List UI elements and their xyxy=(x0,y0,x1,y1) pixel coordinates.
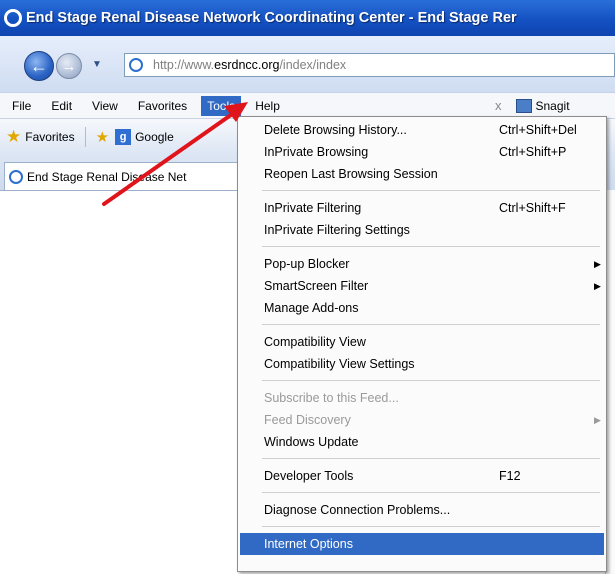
menu-item-label: Compatibility View xyxy=(264,335,366,349)
menu-favorites[interactable]: Favorites xyxy=(138,99,187,113)
menu-separator xyxy=(262,246,600,247)
favorites-button[interactable]: Favorites xyxy=(25,130,74,144)
menu-item-label: Reopen Last Browsing Session xyxy=(264,167,438,181)
menu-separator xyxy=(262,324,600,325)
menu-item-windows-update[interactable]: Windows Update xyxy=(240,431,604,453)
menu-file[interactable]: File xyxy=(12,99,31,113)
menu-item-diagnose-connection-problems[interactable]: Diagnose Connection Problems... xyxy=(240,499,604,521)
menu-separator xyxy=(262,526,600,527)
menu-separator xyxy=(262,380,600,381)
tools-menu-dropdown: Delete Browsing History... Ctrl+Shift+Del… xyxy=(237,116,607,572)
menu-item-manage-add-ons[interactable]: Manage Add-ons xyxy=(240,297,604,319)
recent-pages-dropdown-icon[interactable]: ▼ xyxy=(92,59,102,70)
menu-item-pop-up-blocker[interactable]: Pop-up Blocker ▶ xyxy=(240,253,604,275)
menu-item-smartscreen-filter[interactable]: SmartScreen Filter ▶ xyxy=(240,275,604,297)
menu-separator xyxy=(262,492,600,493)
page-icon xyxy=(129,58,143,72)
window-title: End Stage Renal Disease Network Coordina… xyxy=(26,10,517,26)
menu-item-reopen-last-browsing-session[interactable]: Reopen Last Browsing Session xyxy=(240,163,604,185)
menu-help[interactable]: Help xyxy=(255,99,280,113)
menu-item-subscribe-to-this-feed[interactable]: Subscribe to this Feed... xyxy=(240,387,604,409)
menu-item-label: SmartScreen Filter xyxy=(264,279,369,293)
submenu-arrow-icon: ▶ xyxy=(594,281,601,291)
menu-item-shortcut: Ctrl+Shift+Del xyxy=(499,123,577,137)
menu-item-shortcut: Ctrl+Shift+F xyxy=(499,201,566,215)
snagit-icon xyxy=(515,98,532,113)
menu-item-compatibility-view-settings[interactable]: Compatibility View Settings xyxy=(240,353,604,375)
menu-edit[interactable]: Edit xyxy=(51,99,72,113)
menu-item-shortcut: Ctrl+Shift+P xyxy=(499,145,567,159)
menu-item-inprivate-filtering[interactable]: InPrivate Filtering Ctrl+Shift+F xyxy=(240,197,604,219)
google-link[interactable]: Google xyxy=(135,130,174,144)
menu-item-label: Windows Update xyxy=(264,435,359,449)
menu-tools[interactable]: Tools xyxy=(201,95,242,116)
menu-item-label: Subscribe to this Feed... xyxy=(264,391,399,405)
menu-item-internet-options[interactable]: Internet Options xyxy=(240,533,604,555)
navigation-bar: ← → ▼ http://www.esrdncc.org/index/index xyxy=(0,36,615,92)
menu-item-shortcut: F12 xyxy=(499,469,521,483)
menu-item-feed-discovery[interactable]: Feed Discovery ▶ xyxy=(240,409,604,431)
menu-item-compatibility-view[interactable]: Compatibility View xyxy=(240,331,604,353)
submenu-arrow-icon: ▶ xyxy=(594,259,601,269)
menu-view[interactable]: View xyxy=(92,99,118,113)
submenu-arrow-icon: ▶ xyxy=(594,415,601,425)
menu-bar: File Edit View Favorites Tools Help x Sn… xyxy=(0,92,615,118)
favorites-separator xyxy=(84,126,86,147)
menu-item-developer-tools[interactable]: Developer Tools F12 xyxy=(240,465,604,487)
address-bar[interactable]: http://www.esrdncc.org/index/index xyxy=(124,53,615,77)
tab-page-icon xyxy=(9,169,23,184)
menu-item-label: Developer Tools xyxy=(264,469,354,483)
menu-item-label: InPrivate Browsing xyxy=(264,145,369,159)
menu-separator xyxy=(262,190,600,191)
menu-item-label: Internet Options xyxy=(264,537,353,551)
favorites-star-icon: ★ xyxy=(6,126,22,146)
menu-item-label: Diagnose Connection Problems... xyxy=(264,503,451,517)
back-button[interactable]: ← xyxy=(24,51,54,81)
menu-item-label: Feed Discovery xyxy=(264,413,351,427)
address-url: http://www.esrdncc.org/index/index xyxy=(153,58,347,72)
menu-item-delete-browsing-history[interactable]: Delete Browsing History... Ctrl+Shift+Del xyxy=(240,119,604,141)
ie-logo-icon xyxy=(4,9,22,27)
menu-item-label: Pop-up Blocker xyxy=(264,257,350,271)
close-icon[interactable]: x xyxy=(495,98,502,113)
window-title-bar: End Stage Renal Disease Network Coordina… xyxy=(0,0,615,36)
tab-label: End Stage Renal Disease Net xyxy=(27,169,187,184)
menu-item-inprivate-browsing[interactable]: InPrivate Browsing Ctrl+Shift+P xyxy=(240,141,604,163)
menu-separator xyxy=(262,458,600,459)
menu-item-label: Manage Add-ons xyxy=(264,301,359,315)
menu-item-inprivate-filtering-settings[interactable]: InPrivate Filtering Settings xyxy=(240,219,604,241)
browser-tab[interactable]: End Stage Renal Disease Net xyxy=(4,162,244,190)
menu-item-label: Delete Browsing History... xyxy=(264,123,407,137)
snagit-button[interactable]: Snagit xyxy=(536,99,570,113)
menu-item-label: InPrivate Filtering Settings xyxy=(264,223,410,237)
google-icon: g xyxy=(115,128,132,145)
menu-item-label: Compatibility View Settings xyxy=(264,357,415,371)
add-to-favorites-icon[interactable]: ★ xyxy=(96,128,109,146)
forward-button[interactable]: → xyxy=(56,53,82,79)
menu-item-label: InPrivate Filtering xyxy=(264,201,362,215)
